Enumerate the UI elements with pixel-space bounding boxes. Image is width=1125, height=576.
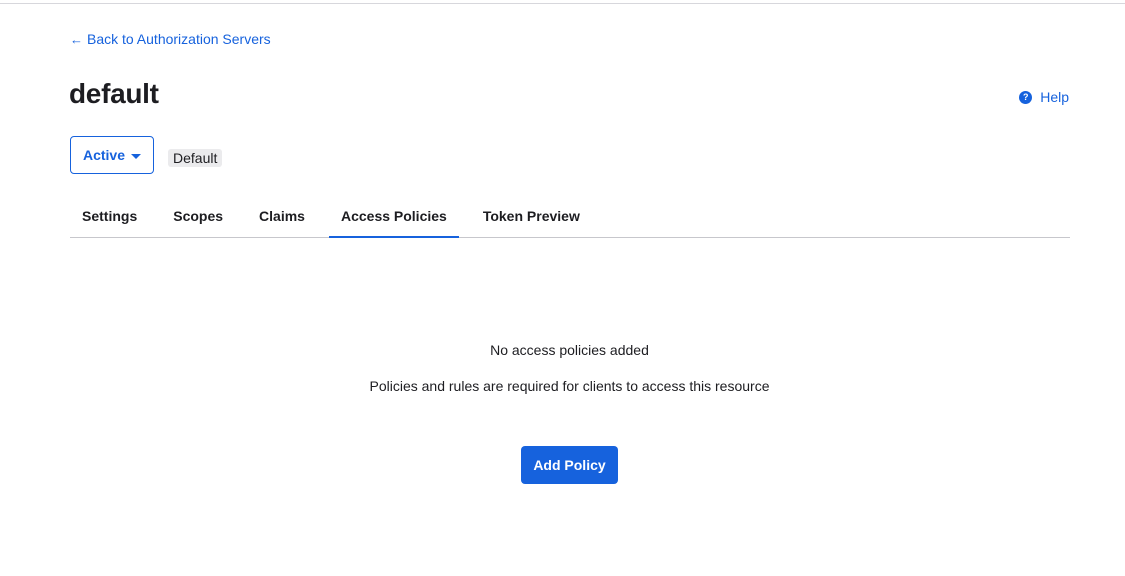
tab-settings[interactable]: Settings — [70, 198, 149, 238]
question-circle-icon: ? — [1019, 90, 1033, 104]
help-link[interactable]: ? Help — [1019, 89, 1069, 105]
caret-down-icon — [131, 153, 142, 159]
empty-state-description: Policies and rules are required for clie… — [369, 378, 770, 394]
tab-scopes[interactable]: Scopes — [161, 198, 235, 238]
default-badge: Default — [168, 149, 223, 167]
top-divider — [0, 3, 1125, 4]
help-label: Help — [1040, 89, 1069, 105]
add-policy-button[interactable]: Add Policy — [521, 446, 618, 484]
empty-state-title: No access policies added — [490, 342, 649, 358]
status-label: Active — [82, 147, 126, 163]
tab-access-policies[interactable]: Access Policies — [328, 198, 459, 238]
back-to-authorization-servers-link[interactable]: ← Back to Authorization Servers — [70, 31, 271, 47]
arrow-left-icon: ← — [70, 31, 83, 47]
page-title: default — [69, 78, 159, 109]
tab-claims[interactable]: Claims — [247, 198, 317, 238]
tab-bar: Settings Scopes Claims Access Policies T… — [70, 198, 1070, 238]
tab-token-preview[interactable]: Token Preview — [471, 198, 592, 238]
status-dropdown-button[interactable]: Active — [70, 136, 154, 174]
back-link-label: Back to Authorization Servers — [87, 31, 271, 47]
